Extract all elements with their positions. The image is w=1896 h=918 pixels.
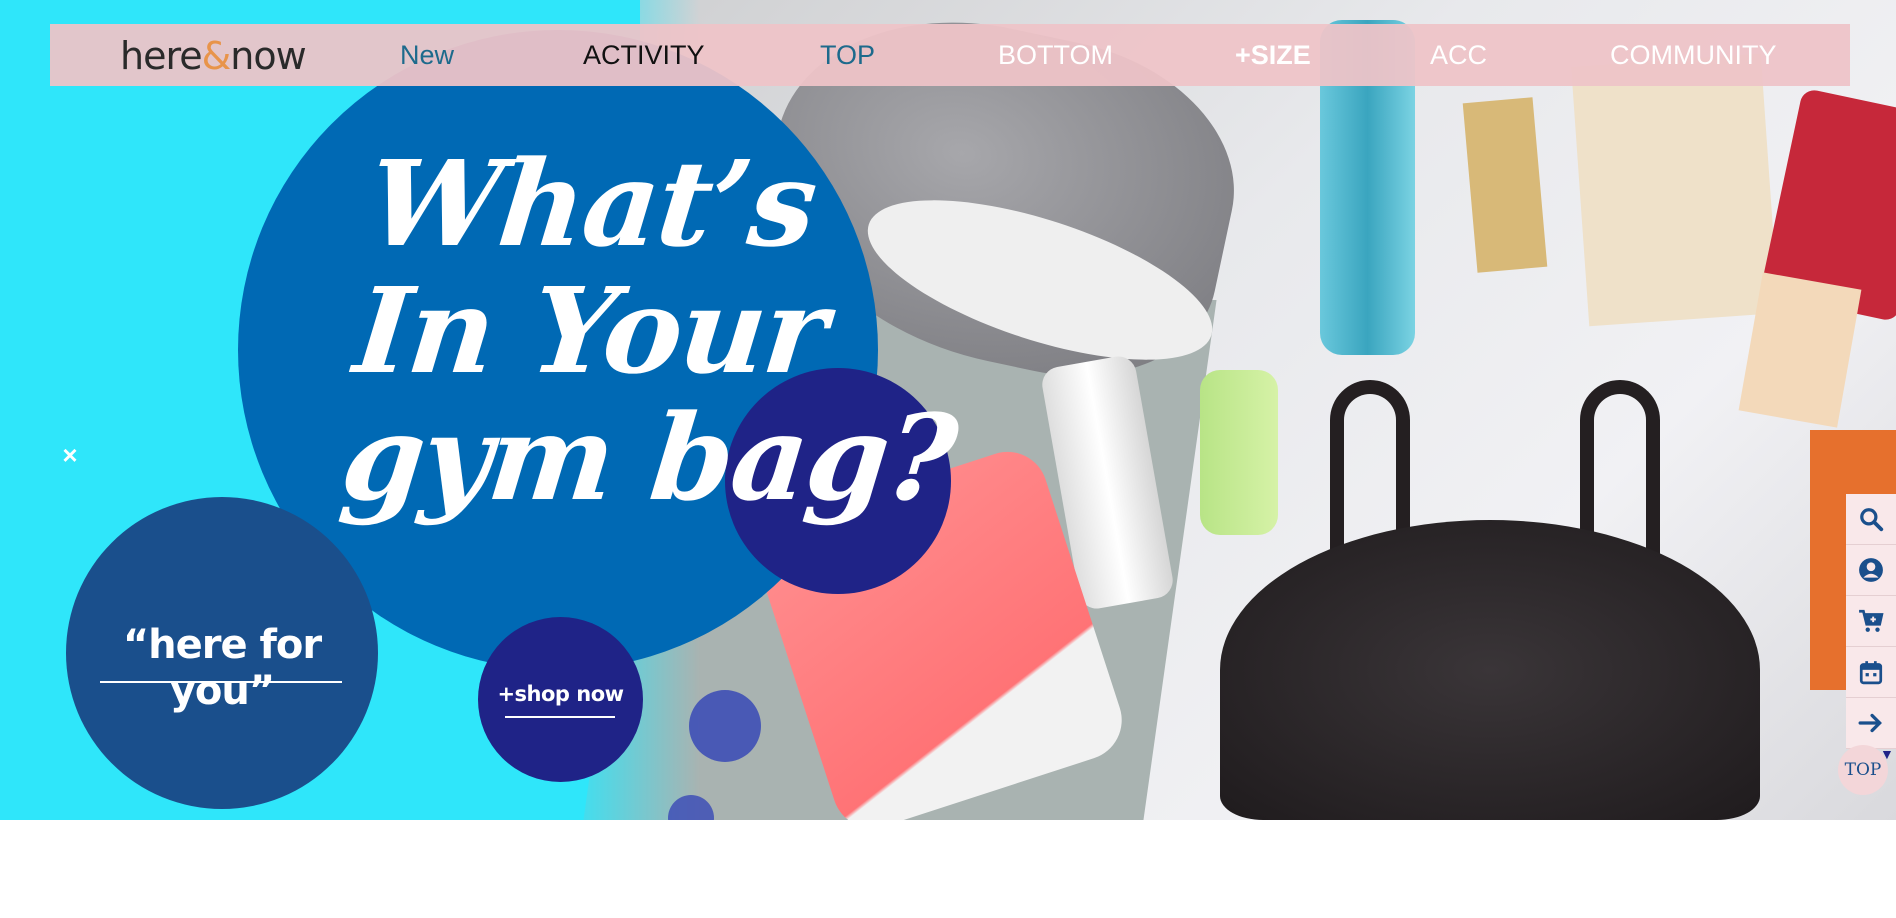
cart-icon <box>1859 609 1884 632</box>
search-icon <box>1860 508 1884 532</box>
nav-plus-size[interactable]: +SIZE <box>1235 40 1311 71</box>
arrow-right-icon <box>1858 713 1882 733</box>
nav-new[interactable]: New <box>400 40 454 71</box>
caret-down-icon: ▼ <box>1880 746 1894 762</box>
headline-line-2: In Your <box>348 261 833 400</box>
nav-acc[interactable]: ACC <box>1430 40 1487 71</box>
hero-quote: “here for you” <box>122 622 322 714</box>
decor-circle-small <box>689 690 761 762</box>
account-button[interactable] <box>1846 545 1896 596</box>
logo-ampersand: & <box>201 34 232 78</box>
shop-now-underline <box>505 716 615 718</box>
snack-card-image <box>1571 53 1779 327</box>
site-logo[interactable]: here&now <box>120 34 307 78</box>
search-button[interactable] <box>1846 494 1896 545</box>
sports-bra-image <box>1220 520 1760 820</box>
snack-bar-image <box>1462 97 1548 273</box>
calendar-button[interactable] <box>1846 647 1896 698</box>
nav-community[interactable]: COMMUNITY <box>1610 40 1776 71</box>
logo-text-here: here <box>120 34 203 78</box>
user-icon <box>1859 558 1883 582</box>
logo-text-now: now <box>230 34 306 78</box>
close-icon[interactable]: × <box>57 442 83 468</box>
hero-banner: What’s In Your gym bag? “here for you” +… <box>0 0 1896 820</box>
calendar-icon <box>1859 661 1883 685</box>
nav-bottom[interactable]: BOTTOM <box>998 40 1113 71</box>
main-navbar: here&now New ACTIVITY TOP BOTTOM +SIZE A… <box>50 24 1850 86</box>
next-button[interactable] <box>1846 698 1896 749</box>
nav-activity[interactable]: ACTIVITY <box>583 40 705 71</box>
quote-underline <box>100 681 342 683</box>
shop-now-link[interactable]: +shop now <box>478 682 643 706</box>
hero-headline: What’s In Your gym bag? <box>335 134 976 527</box>
nav-top[interactable]: TOP <box>820 40 875 71</box>
headline-line-3: gym bag? <box>335 388 962 527</box>
cart-button[interactable] <box>1846 596 1896 647</box>
quick-menu <box>1846 494 1896 750</box>
headline-line-1: What’s <box>362 134 822 273</box>
sanitizer-image <box>1200 370 1278 535</box>
